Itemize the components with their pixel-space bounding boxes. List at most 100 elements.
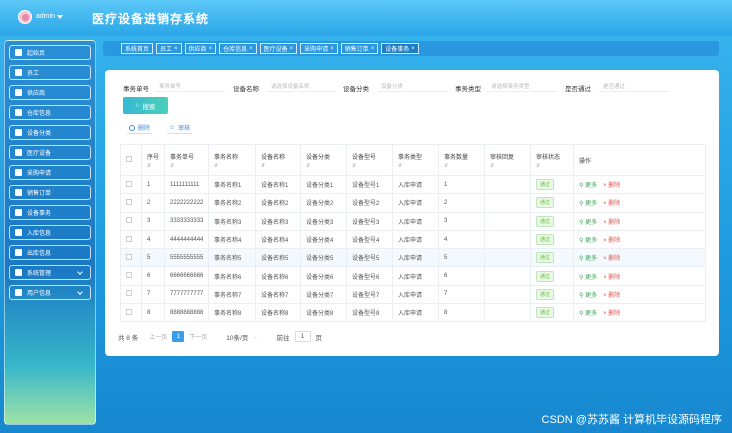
sidebar-item-4[interactable]: 设备分类 <box>9 125 91 140</box>
row-delete-button[interactable]: × 删除 <box>603 293 620 299</box>
delete-button[interactable]: 删除 <box>127 122 153 134</box>
transaction-type-select[interactable]: 请选择事务类型 <box>487 80 557 92</box>
sort-icon[interactable]: ⇵ <box>352 163 392 169</box>
user-name[interactable]: admin <box>36 13 55 20</box>
close-icon[interactable]: × <box>249 46 253 52</box>
column-header[interactable]: 事务单号 ⇵ <box>164 144 209 176</box>
close-icon[interactable]: × <box>371 46 375 52</box>
tab-2[interactable]: 供应商 × <box>184 43 217 54</box>
tab-0[interactable]: 系统首页 <box>121 43 154 54</box>
row-delete-button[interactable]: × 删除 <box>603 275 620 281</box>
sidebar-item-2[interactable]: 供应商 <box>9 85 91 100</box>
close-icon[interactable]: × <box>209 46 213 52</box>
column-header[interactable]: 设备型号 ⇵ <box>346 144 393 176</box>
pass-status-select[interactable]: 是否通过 <box>599 80 669 92</box>
sidebar-item-0[interactable]: 起始页 <box>9 45 91 60</box>
sort-icon[interactable]: ⇵ <box>490 163 530 169</box>
more-button[interactable]: ⚲ 更多 <box>579 201 597 207</box>
more-button[interactable]: ⚲ 更多 <box>579 311 597 317</box>
sort-icon[interactable]: ⇵ <box>398 163 438 169</box>
column-header[interactable]: 审核状态 ⇵ <box>530 144 574 176</box>
tab-4[interactable]: 医疗设备 × <box>259 43 298 54</box>
table-row[interactable]: 3 3333333333 事务名称3 设备名称3 设备分类3 设备型号3 入库申请 3 通过 ⚲ … <box>120 211 706 231</box>
row-delete-button[interactable]: × 删除 <box>603 220 620 226</box>
device-name-select[interactable]: 请选择设备名称 <box>267 80 337 92</box>
row-checkbox[interactable] <box>120 211 142 231</box>
goto-page-input[interactable]: 1 <box>294 331 311 342</box>
row-checkbox[interactable] <box>120 229 142 250</box>
table-row[interactable]: 5 5555555555 事务名称5 设备名称5 设备分类5 设备型号5 入库申请 5 通过 ⚲ … <box>120 248 706 268</box>
sidebar-item-3[interactable]: 仓库信息 <box>9 105 91 120</box>
row-checkbox[interactable] <box>120 248 142 268</box>
next-page-button[interactable]: 下一页 <box>189 332 207 341</box>
column-header[interactable]: 审核回复 ⇵ <box>484 144 531 176</box>
tab-5[interactable]: 采购申请 × <box>300 43 338 54</box>
avatar[interactable] <box>18 10 32 24</box>
table-row[interactable]: 6 6666666666 事务名称6 设备名称6 设备分类6 设备型号6 入库申请 6 通过 ⚲ … <box>120 266 706 286</box>
tab-6[interactable]: 销售订单 × <box>340 43 379 54</box>
sort-icon[interactable]: ⇵ <box>261 163 300 169</box>
row-delete-button[interactable]: × 删除 <box>603 238 620 244</box>
table-row[interactable]: 4 4444444444 事务名称4 设备名称4 设备分类4 设备型号4 入库申请 4 通过 ⚲ … <box>120 229 706 250</box>
select-all-checkbox[interactable] <box>120 144 142 176</box>
search-button[interactable]: ○ 搜索 <box>123 97 168 114</box>
column-header[interactable]: 序号 ⇵ <box>141 144 165 176</box>
sidebar-item-5[interactable]: 医疗设备 <box>9 145 91 160</box>
sort-icon[interactable]: ⇵ <box>214 163 255 169</box>
row-delete-button[interactable]: × 删除 <box>603 256 620 262</box>
sidebar-item-9[interactable]: 入库信息 <box>9 225 91 240</box>
more-button[interactable]: ⚲ 更多 <box>579 256 597 262</box>
row-delete-button[interactable]: × 删除 <box>603 201 620 207</box>
row-delete-button[interactable]: × 删除 <box>603 183 620 189</box>
close-icon[interactable]: × <box>174 46 178 52</box>
row-delete-button[interactable]: × 删除 <box>603 311 620 317</box>
sort-icon[interactable]: ⇵ <box>536 163 573 169</box>
tab-7[interactable]: 设备事务 × <box>381 43 419 54</box>
tab-3[interactable]: 仓库信息 × <box>219 43 257 54</box>
sidebar-item-7[interactable]: 销售订单 <box>9 185 91 200</box>
page-number[interactable]: 1 <box>172 331 185 342</box>
close-icon[interactable]: × <box>290 46 294 52</box>
device-category-input[interactable]: 设备分类 <box>377 80 447 92</box>
row-checkbox[interactable] <box>120 193 142 213</box>
more-button[interactable]: ⚲ 更多 <box>579 238 597 244</box>
column-header[interactable]: 事务数量 ⇵ <box>438 144 485 176</box>
sidebar-item-6[interactable]: 采购申请 <box>9 165 91 180</box>
close-icon[interactable]: × <box>330 46 334 52</box>
tab-1[interactable]: 员工 × <box>156 43 182 54</box>
prev-page-button[interactable]: 上一页 <box>149 332 167 341</box>
chevron-down-icon[interactable] <box>77 289 83 295</box>
column-header[interactable]: 设备分类 ⇵ <box>300 144 347 176</box>
more-button[interactable]: ⚲ 更多 <box>579 183 597 189</box>
table-row[interactable]: 1 1111111111 事务名称1 设备名称1 设备分类1 设备型号1 入库申请 1 通过 ⚲ … <box>120 174 706 195</box>
sort-icon[interactable]: ⇵ <box>444 163 484 169</box>
more-button[interactable]: ⚲ 更多 <box>579 220 597 226</box>
sidebar-item-11[interactable]: 系统管理 <box>9 265 91 280</box>
sort-icon[interactable]: ⇵ <box>306 163 346 169</box>
table-row[interactable]: 2 2222222222 事务名称2 设备名称2 设备分类2 设备型号2 入库申请 2 通过 ⚲ … <box>120 193 706 213</box>
table-row[interactable]: 8 8888888888 事务名称8 设备名称8 设备分类8 设备型号8 入库申请 8 通过 ⚲ … <box>120 303 706 323</box>
sort-icon[interactable]: ⇵ <box>147 163 164 169</box>
more-button[interactable]: ⚲ 更多 <box>579 293 597 299</box>
transaction-no-input[interactable]: 事务单号 <box>155 80 225 92</box>
column-header[interactable]: 设备名称 ⇵ <box>255 144 301 176</box>
sort-icon[interactable]: ⇵ <box>170 163 208 169</box>
chevron-down-icon[interactable]: ⌄ <box>253 334 257 340</box>
row-checkbox[interactable] <box>120 284 142 305</box>
audit-button[interactable]: ☺ 审核 <box>167 122 193 134</box>
column-header[interactable]: 事务名称 ⇵ <box>208 144 256 176</box>
chevron-down-icon[interactable] <box>57 15 63 19</box>
page-size-select[interactable]: 10条/页 <box>226 332 248 342</box>
chevron-down-icon[interactable] <box>77 269 83 275</box>
column-header[interactable]: 事务类型 ⇵ <box>392 144 439 176</box>
table-row[interactable]: 7 7777777777 事务名称7 设备名称7 设备分类7 设备型号7 入库申请 7 通过 ⚲ … <box>120 284 706 305</box>
close-icon[interactable]: × <box>411 46 415 52</box>
more-button[interactable]: ⚲ 更多 <box>579 275 597 281</box>
sidebar-item-8[interactable]: 设备事务 <box>9 205 91 220</box>
sidebar-item-1[interactable]: 员工 <box>9 65 91 80</box>
sidebar-item-12[interactable]: 用户信息 <box>9 285 91 300</box>
row-checkbox[interactable] <box>120 266 142 286</box>
row-checkbox[interactable] <box>120 174 142 195</box>
sidebar-item-10[interactable]: 出库信息 <box>9 245 91 260</box>
row-checkbox[interactable] <box>120 303 142 323</box>
